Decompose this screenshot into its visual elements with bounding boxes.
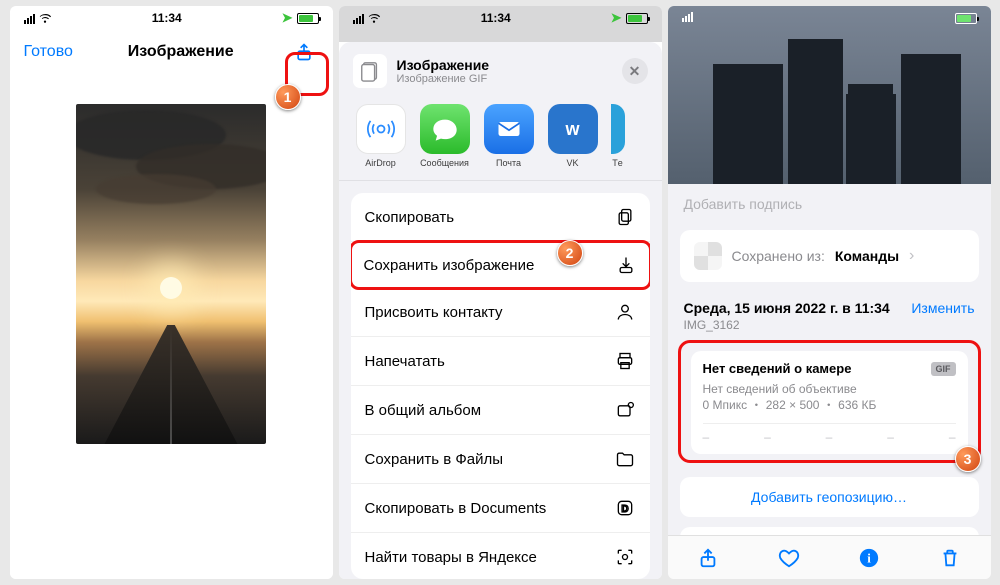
printer-icon <box>614 350 636 372</box>
wifi-icon <box>367 10 381 24</box>
gif-badge: GIF <box>931 362 956 376</box>
app-vk[interactable]: wVK <box>545 104 601 168</box>
action-copy-documents[interactable]: Скопировать в DocumentsD <box>351 484 650 533</box>
action-assign-contact[interactable]: Присвоить контакту <box>351 288 650 337</box>
highlight-3: Нет сведений о камере GIF Нет сведений об… <box>678 340 981 463</box>
specs-label: 0 Мпикс ・ 282 × 500 ・ 636 КБ <box>703 396 956 413</box>
app-airdrop[interactable]: AirDrop <box>353 104 409 168</box>
bottom-toolbar: i <box>668 535 991 579</box>
action-save-files[interactable]: Сохранить в Файлы <box>351 435 650 484</box>
saved-from-row[interactable]: Сохранено из: Команды › <box>680 230 979 282</box>
app-telegram[interactable]: Tе <box>609 104 627 168</box>
battery-icon <box>626 13 648 24</box>
actions-list: Скопировать Сохранить изображение Присво… <box>351 193 650 579</box>
contact-icon <box>614 301 636 323</box>
action-shared-album[interactable]: В общий альбом <box>351 386 650 435</box>
status-bar: 11:34 ➤ <box>339 6 662 30</box>
done-button[interactable]: Готово <box>24 43 73 61</box>
camera-info-card: Нет сведений о камере GIF Нет сведений об… <box>691 351 968 454</box>
document-thumbnail <box>353 54 387 88</box>
signal-icon <box>353 14 364 24</box>
svg-text:D: D <box>621 504 628 515</box>
battery-icon <box>297 13 319 24</box>
chevron-right-icon: › <box>909 247 914 265</box>
status-time: 11:34 <box>152 11 182 25</box>
signal-icon <box>682 12 693 22</box>
folder-icon <box>614 448 636 470</box>
status-bar: 11:34 ➤ <box>10 6 333 30</box>
action-save-image[interactable]: Сохранить изображение <box>351 240 650 290</box>
share-apps-row[interactable]: AirDrop Сообщения Почта wVK Tе <box>339 98 662 181</box>
callout-1: 1 <box>275 84 301 110</box>
date-row: Среда, 15 июня 2022 г. в 11:34 Изменить <box>684 300 975 316</box>
shared-album-icon <box>614 399 636 421</box>
caption-input[interactable]: Добавить подпись <box>668 184 991 224</box>
exif-dashes: ––––– <box>703 423 956 444</box>
scan-icon <box>614 546 636 568</box>
screen-2-share-sheet: 11:34 ➤ Изображение Изображение GIF ✕ Ai… <box>339 6 662 579</box>
location-icon: ➤ <box>611 10 622 26</box>
battery-icon <box>955 13 977 24</box>
callout-2: 2 <box>557 240 583 266</box>
preview-image <box>76 104 266 444</box>
image-viewport[interactable] <box>10 74 333 579</box>
action-print[interactable]: Напечатать <box>351 337 650 386</box>
add-geolocation-button[interactable]: Добавить геопозицию… <box>680 477 979 517</box>
documents-app-icon: D <box>614 497 636 519</box>
screen-3-photo-info: Добавить подпись Сохранено из: Команды ›… <box>668 6 991 579</box>
photo-header[interactable] <box>668 6 991 184</box>
close-button[interactable]: ✕ <box>622 58 648 84</box>
filename-label: IMG_3162 <box>668 316 991 332</box>
copy-icon <box>614 206 636 228</box>
app-mail[interactable]: Почта <box>481 104 537 168</box>
no-camera-label: Нет сведений о камере <box>703 361 852 376</box>
signal-icon <box>24 14 35 24</box>
edit-button[interactable]: Изменить <box>911 300 974 316</box>
wifi-icon <box>38 10 52 24</box>
download-icon <box>615 254 637 276</box>
svg-text:i: i <box>868 551 872 565</box>
toolbar-favorite-button[interactable] <box>777 546 801 570</box>
source-app-icon <box>694 242 722 270</box>
toolbar-info-button[interactable]: i <box>857 546 881 570</box>
location-icon: ➤ <box>282 10 293 26</box>
share-sheet: Изображение Изображение GIF ✕ AirDrop Со… <box>339 42 662 579</box>
callout-3: 3 <box>955 446 981 472</box>
date-label: Среда, 15 июня 2022 г. в 11:34 <box>684 300 890 316</box>
toolbar-share-button[interactable] <box>696 546 720 570</box>
status-time: 11:34 <box>481 11 511 25</box>
no-lens-label: Нет сведений об объективе <box>703 382 956 396</box>
toolbar-delete-button[interactable] <box>938 546 962 570</box>
sheet-title: Изображение <box>397 57 612 73</box>
screen-1-image-viewer: 11:34 ➤ Готово Изображение 1 <box>10 6 333 579</box>
action-copy[interactable]: Скопировать <box>351 193 650 242</box>
sheet-header: Изображение Изображение GIF ✕ <box>339 42 662 98</box>
sheet-subtitle: Изображение GIF <box>397 73 612 85</box>
page-title: Изображение <box>128 43 234 61</box>
action-yandex-goods[interactable]: Найти товары в Яндексе <box>351 533 650 579</box>
status-bar <box>668 6 991 30</box>
app-messages[interactable]: Сообщения <box>417 104 473 168</box>
